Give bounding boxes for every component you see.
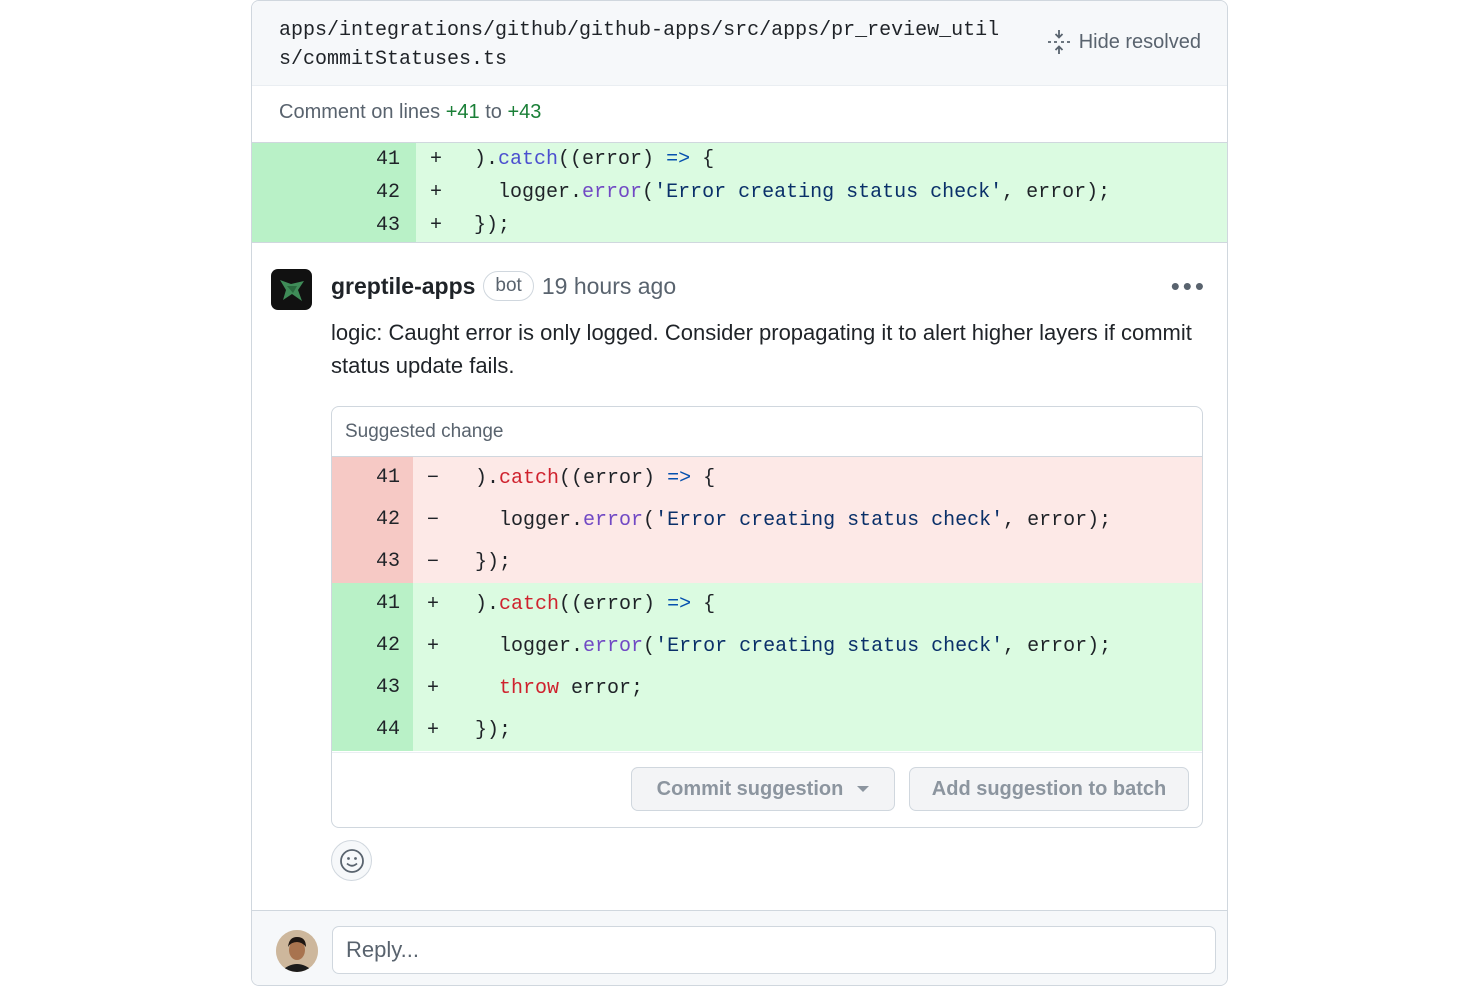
add-to-batch-button[interactable]: Add suggestion to batch	[909, 767, 1189, 811]
line-number: 41	[252, 143, 416, 176]
more-options-button[interactable]: •••	[1171, 273, 1207, 299]
code-text: });	[475, 718, 512, 742]
user-photo-icon	[276, 930, 318, 972]
bot-avatar[interactable]	[271, 269, 312, 310]
code-text: });	[474, 214, 511, 237]
comment-range: Comment on lines +41 to +43	[279, 101, 541, 124]
commit-suggestion-button[interactable]: Commit suggestion	[631, 767, 895, 811]
line-number: 44	[332, 709, 413, 751]
line-number: 43	[332, 541, 413, 583]
diff-sign: +	[429, 214, 442, 237]
removed-line: 41 − ).catch((error) => {	[332, 457, 1202, 499]
diff-line: 42 + logger.error('Error creating status…	[252, 176, 1227, 209]
greptile-logo-icon	[279, 279, 304, 301]
code-text: ).catch((error) => {	[475, 592, 716, 616]
author-name[interactable]: greptile-apps	[331, 273, 475, 300]
added-line: 41 + ).catch((error) => {	[332, 583, 1202, 625]
diff-line: 43 + });	[252, 209, 1227, 242]
diff-line: 41 + ).catch((error) => {	[252, 143, 1227, 176]
line-number: 41	[332, 457, 413, 499]
range-end: +43	[507, 101, 542, 123]
diff-sign: −	[426, 508, 439, 532]
range-start: +41	[445, 101, 480, 123]
suggested-change-title: Suggested change	[332, 407, 1202, 457]
added-line: 44 + });	[332, 709, 1202, 751]
file-path[interactable]: apps/integrations/github/github-apps/src…	[279, 16, 1009, 74]
diff-sign: +	[426, 718, 439, 742]
code-text: ).catch((error) => {	[474, 148, 715, 171]
suggestion-actions: Commit suggestion Add suggestion to batc…	[332, 752, 1202, 827]
code-text: logger.error('Error creating status chec…	[475, 508, 1112, 532]
review-comment-card: apps/integrations/github/github-apps/src…	[251, 0, 1228, 986]
commit-suggestion-label: Commit suggestion	[656, 777, 844, 800]
code-text: });	[475, 550, 512, 574]
comment-timestamp[interactable]: 19 hours ago	[542, 273, 676, 300]
code-text: logger.error('Error creating status chec…	[474, 181, 1111, 204]
diff-sign: −	[426, 466, 439, 490]
file-header: apps/integrations/github/github-apps/src…	[252, 1, 1227, 86]
code-text: logger.error('Error creating status chec…	[475, 634, 1112, 658]
bot-badge: bot	[483, 271, 534, 301]
add-reaction-button[interactable]	[331, 840, 372, 881]
removed-line: 43 − });	[332, 541, 1202, 583]
comment-body: logic: Caught error is only logged. Cons…	[331, 320, 1192, 378]
user-avatar[interactable]	[276, 930, 318, 972]
diff-sign: +	[426, 634, 439, 658]
diff-sign: +	[429, 148, 442, 171]
hide-resolved-label: Hide resolved	[1078, 30, 1201, 53]
line-number: 41	[332, 583, 413, 625]
added-line: 42 + logger.error('Error creating status…	[332, 625, 1202, 667]
hide-resolved-button[interactable]: Hide resolved	[1047, 29, 1201, 55]
added-line: 43 + throw error;	[332, 667, 1202, 709]
diff-sign: +	[426, 592, 439, 616]
line-number: 43	[332, 667, 413, 709]
line-number: 42	[252, 176, 416, 209]
diff-sign: −	[426, 550, 439, 574]
code-text: ).catch((error) => {	[475, 466, 716, 490]
fold-icon	[1047, 30, 1070, 54]
diff-sign: +	[426, 676, 439, 700]
line-number: 42	[332, 499, 413, 541]
range-joiner: to	[485, 101, 502, 123]
line-number: 43	[252, 209, 416, 242]
suggested-change: Suggested change 41 − ).catch((error) =>…	[331, 406, 1203, 828]
code-text: throw error;	[499, 676, 644, 700]
line-number: 42	[332, 625, 413, 667]
removed-line: 42 − logger.error('Error creating status…	[332, 499, 1202, 541]
caret-down-icon	[857, 786, 870, 792]
diff-sign: +	[429, 181, 442, 204]
reply-bar	[252, 910, 1227, 985]
diff-context: 41 + ).catch((error) => { 42 + logger.er…	[252, 142, 1227, 243]
reply-input[interactable]	[332, 926, 1216, 974]
comment-header: greptile-apps bot 19 hours ago	[331, 271, 676, 301]
range-prefix: Comment on lines	[279, 101, 441, 123]
smiley-icon	[339, 848, 364, 873]
